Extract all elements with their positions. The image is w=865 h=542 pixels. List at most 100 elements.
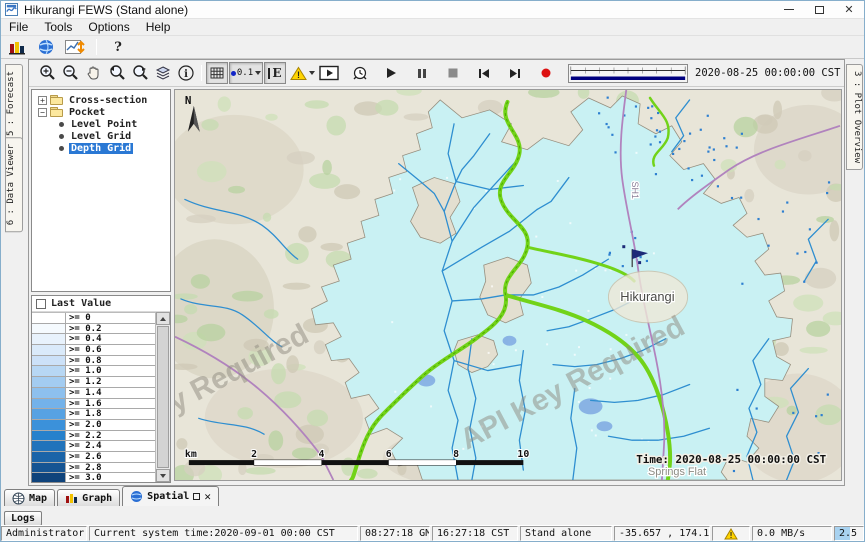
legend-row[interactable]: >= 1.4 bbox=[32, 388, 155, 399]
help-button[interactable]: ? bbox=[107, 37, 129, 57]
legend-row[interactable]: >= 1.6 bbox=[32, 399, 155, 410]
toolbar-separator bbox=[201, 65, 202, 81]
window-title: Hikurangi FEWS (Stand alone) bbox=[24, 3, 188, 17]
movie-player-icon[interactable] bbox=[318, 62, 340, 84]
status-user: Administrator bbox=[1, 526, 87, 541]
map-container: API Key Required API Key Required SH1 Hi… bbox=[174, 89, 842, 483]
leaf-bullet-icon bbox=[59, 146, 64, 151]
timeline-slider[interactable] bbox=[568, 64, 688, 83]
tree-node-level-grid[interactable]: Level Grid bbox=[32, 130, 170, 142]
tab-close-icon[interactable]: ✕ bbox=[204, 492, 211, 502]
legend-row[interactable]: >= 0.2 bbox=[32, 324, 155, 335]
legend-scrollbar[interactable] bbox=[155, 312, 170, 482]
layers-icon[interactable] bbox=[152, 62, 174, 84]
legend-row[interactable]: >= 1.2 bbox=[32, 377, 155, 388]
legend-row[interactable]: >= 2.2 bbox=[32, 431, 155, 442]
threshold-value: 0.1 bbox=[237, 68, 253, 78]
tab-map[interactable]: Map bbox=[4, 489, 55, 506]
stop-icon[interactable] bbox=[442, 62, 464, 84]
legend-swatch bbox=[32, 345, 66, 355]
tree-node-level-point[interactable]: Level Point bbox=[32, 118, 170, 130]
zoom-next-icon[interactable] bbox=[129, 62, 151, 84]
warning-dropdown[interactable]: ! bbox=[287, 62, 317, 84]
legend-row[interactable]: >= 0.8 bbox=[32, 356, 155, 367]
record-icon[interactable] bbox=[535, 62, 557, 84]
status-local-time: 16:27:18 CST bbox=[432, 526, 518, 541]
animation-settings-icon[interactable] bbox=[349, 62, 371, 84]
tab-spatial[interactable]: Spatial ✕ bbox=[122, 486, 219, 506]
legend-swatch bbox=[32, 473, 66, 482]
legend-swatch bbox=[32, 324, 66, 334]
tab-restore-icon[interactable] bbox=[193, 493, 200, 500]
legend-row[interactable]: >= 1.0 bbox=[32, 366, 155, 377]
legend-swatch bbox=[32, 463, 66, 473]
legend-row[interactable]: >= 3.0 bbox=[32, 473, 155, 482]
legend-row[interactable]: >= 0 bbox=[32, 313, 155, 324]
legend-value-label: >= 0 bbox=[66, 313, 155, 323]
legend-swatch bbox=[32, 334, 66, 344]
tree-node-label: Pocket bbox=[67, 107, 107, 118]
info-icon[interactable]: i bbox=[175, 62, 197, 84]
toolbar-separator bbox=[96, 39, 97, 55]
zoom-previous-icon[interactable] bbox=[106, 62, 128, 84]
expand-icon[interactable]: + bbox=[38, 96, 47, 105]
legend-row[interactable]: >= 2.4 bbox=[32, 441, 155, 452]
zoom-out-icon[interactable] bbox=[60, 62, 82, 84]
zoom-in-icon[interactable] bbox=[37, 62, 59, 84]
tab-data-viewer[interactable]: 6 : Data Viewer bbox=[5, 137, 23, 232]
legend-swatch bbox=[32, 399, 66, 409]
legend-row[interactable]: >= 0.6 bbox=[32, 345, 155, 356]
tree-node-label-selected: Depth Grid bbox=[69, 143, 133, 154]
last-value-checkbox[interactable] bbox=[36, 299, 46, 309]
menu-file[interactable]: File bbox=[1, 20, 36, 34]
tree-node-depth-grid[interactable]: Depth Grid bbox=[32, 142, 170, 154]
legend-row[interactable]: >= 2.6 bbox=[32, 452, 155, 463]
pause-icon[interactable] bbox=[411, 62, 433, 84]
minimize-button[interactable] bbox=[774, 1, 804, 18]
maximize-button[interactable] bbox=[804, 1, 834, 18]
legend-value-label: >= 0.4 bbox=[66, 334, 155, 344]
play-icon[interactable] bbox=[380, 62, 402, 84]
legend-value-label: >= 1.4 bbox=[66, 388, 155, 398]
legend-body: >= 0>= 0.2>= 0.4>= 0.6>= 0.8>= 1.0>= 1.2… bbox=[32, 312, 170, 482]
database-bars-icon[interactable] bbox=[6, 37, 28, 57]
tree-node-cross-section[interactable]: + Cross-section bbox=[32, 94, 170, 106]
threshold-dropdown[interactable]: 0.1 bbox=[229, 62, 263, 84]
tab-graph-label: Graph bbox=[82, 493, 112, 504]
tab-map-label: Map bbox=[29, 493, 47, 504]
skip-to-start-icon[interactable] bbox=[473, 62, 495, 84]
legend-row[interactable]: >= 1.8 bbox=[32, 409, 155, 420]
menu-help[interactable]: Help bbox=[138, 20, 179, 34]
svg-text:!: ! bbox=[297, 70, 300, 80]
svg-text:km: km bbox=[185, 449, 197, 460]
tree-node-pocket[interactable]: − Pocket bbox=[32, 106, 170, 118]
warning-triangle-icon: ! bbox=[290, 66, 307, 81]
menu-options[interactable]: Options bbox=[80, 20, 137, 34]
globe-icon[interactable] bbox=[35, 37, 57, 57]
skip-to-end-icon[interactable] bbox=[504, 62, 526, 84]
scroll-down-icon[interactable] bbox=[156, 469, 170, 482]
legend-value-label: >= 0.6 bbox=[66, 345, 155, 355]
grid-toggle-icon[interactable] bbox=[206, 62, 228, 84]
workspace: 5 : Forecast 6 : Data Viewer bbox=[1, 58, 864, 486]
scroll-up-icon[interactable] bbox=[156, 312, 170, 325]
tab-plot-overview[interactable]: 3 : Plot Overview bbox=[846, 64, 863, 170]
status-warning[interactable]: ! bbox=[712, 526, 750, 541]
app-window: Hikurangi FEWS (Stand alone) ✕ File Tool… bbox=[0, 0, 865, 542]
map-canvas[interactable]: API Key Required API Key Required SH1 Hi… bbox=[174, 89, 842, 481]
legend-swatch bbox=[32, 452, 66, 462]
scroll-thumb[interactable] bbox=[157, 326, 169, 468]
tab-graph[interactable]: Graph bbox=[57, 489, 120, 506]
legend-rows: >= 0>= 0.2>= 0.4>= 0.6>= 0.8>= 1.0>= 1.2… bbox=[32, 312, 155, 482]
close-button[interactable]: ✕ bbox=[834, 1, 864, 18]
logs-button[interactable]: Logs bbox=[4, 511, 42, 526]
collapse-icon[interactable]: − bbox=[38, 108, 47, 117]
label-ruler-button[interactable]: E bbox=[264, 62, 286, 84]
tab-forecast[interactable]: 5 : Forecast bbox=[5, 64, 23, 143]
pan-hand-icon[interactable] bbox=[83, 62, 105, 84]
legend-row[interactable]: >= 0.4 bbox=[32, 334, 155, 345]
menu-tools[interactable]: Tools bbox=[36, 20, 80, 34]
legend-row[interactable]: >= 2.8 bbox=[32, 463, 155, 474]
legend-row[interactable]: >= 2.0 bbox=[32, 420, 155, 431]
spatial-display-icon[interactable] bbox=[64, 37, 86, 57]
